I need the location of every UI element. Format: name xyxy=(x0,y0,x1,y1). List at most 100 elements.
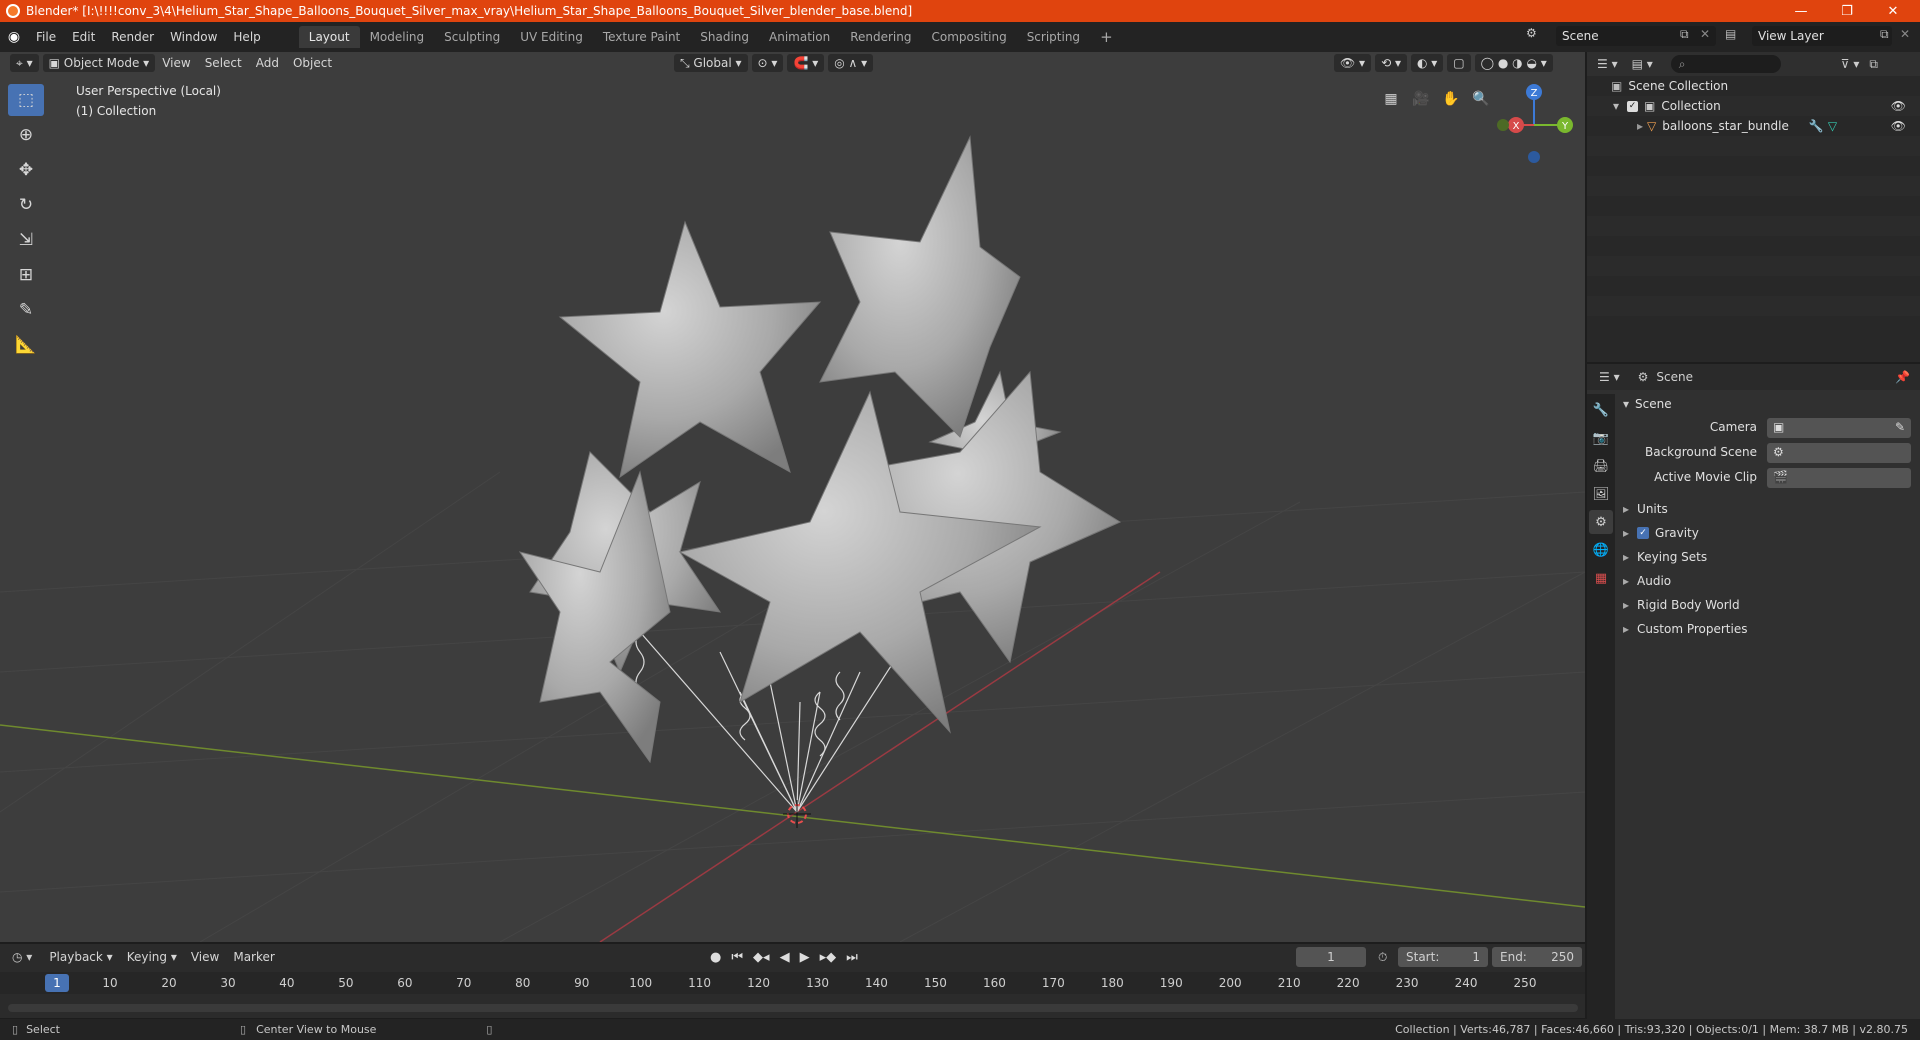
move-tool-icon[interactable]: ✥ xyxy=(8,154,44,186)
object-expand-icon[interactable]: ▸ xyxy=(1637,119,1643,133)
add-workspace-icon[interactable]: + xyxy=(1090,24,1123,50)
view-layer-field[interactable]: View Layer xyxy=(1752,26,1892,46)
new-collection-icon[interactable]: ⧉ xyxy=(1869,57,1878,72)
tab-compositing[interactable]: Compositing xyxy=(921,26,1016,48)
view-layer-tab-icon[interactable]: 🖼 xyxy=(1589,482,1613,506)
gravity-checkbox[interactable]: ✓ xyxy=(1637,527,1650,539)
rigid-body-world-panel[interactable]: ▸ Rigid Body World xyxy=(1623,595,1740,615)
properties-editor-icon[interactable]: ☰ ▾ xyxy=(1599,370,1620,384)
units-panel[interactable]: ▸ Units xyxy=(1623,499,1668,519)
editor-type-icon[interactable]: ⌖ ▾ xyxy=(10,54,39,72)
close-icon[interactable]: ✕ xyxy=(1870,0,1916,22)
cursor-tool-icon[interactable]: ⊕ xyxy=(8,119,44,151)
menu-help[interactable]: Help xyxy=(225,30,268,44)
view-layer-icon[interactable]: ▤ xyxy=(1725,27,1736,41)
scene-name-field[interactable]: Scene xyxy=(1556,26,1716,46)
tab-animation[interactable]: Animation xyxy=(759,26,840,48)
timeline-ruler[interactable]: 1 10 20 30 40 50 60 70 80 90 100 110 120 130 140 150 160… xyxy=(0,972,1585,994)
delete-scene-icon[interactable]: ✕ xyxy=(1700,27,1710,41)
pivot-point-icon[interactable]: ⊙ ▾ xyxy=(751,54,784,72)
collection-visibility-icon[interactable]: 👁 xyxy=(1891,99,1906,113)
rotate-tool-icon[interactable]: ↻ xyxy=(8,189,44,221)
tab-layout[interactable]: Layout xyxy=(298,26,360,48)
world-tab-icon[interactable]: 🌐 xyxy=(1589,538,1613,562)
menu-window[interactable]: Window xyxy=(162,30,225,44)
collection-expand-icon[interactable]: ▾ xyxy=(1613,99,1619,113)
viewport-menu-select[interactable]: Select xyxy=(198,56,249,70)
start-frame-field[interactable]: Start: 1 xyxy=(1398,947,1488,967)
mode-selector[interactable]: ▣ Object Mode ▾ xyxy=(42,54,156,72)
collection-checkbox[interactable]: ✓ xyxy=(1627,100,1639,112)
record-icon[interactable]: ● xyxy=(710,950,721,965)
visibility-icon[interactable]: 👁 ▾ xyxy=(1334,54,1372,72)
current-frame-field[interactable]: 1 xyxy=(1296,947,1366,967)
tab-rendering[interactable]: Rendering xyxy=(840,26,921,48)
camera-field[interactable]: ▣ ✎ xyxy=(1767,418,1911,438)
3d-cursor[interactable] xyxy=(783,800,811,828)
viewport-menu-add[interactable]: Add xyxy=(249,56,286,70)
pan-view-icon[interactable]: ✋ xyxy=(1438,86,1464,112)
new-view-layer-icon[interactable]: ⧉ xyxy=(1880,27,1889,42)
jump-keyframe-forward-icon[interactable]: ▸◆ xyxy=(820,950,837,965)
eyedropper-icon[interactable]: ✎ xyxy=(1895,420,1905,434)
measure-tool-icon[interactable]: 📐 xyxy=(8,329,44,361)
jump-end-icon[interactable]: ⏭ xyxy=(846,950,858,965)
play-icon[interactable]: ▶ xyxy=(800,950,810,965)
scale-tool-icon[interactable]: ⇲ xyxy=(8,224,44,256)
annotate-tool-icon[interactable]: ✎ xyxy=(8,294,44,326)
xray-toggle-icon[interactable]: ▢ xyxy=(1447,54,1471,72)
minimize-icon[interactable]: — xyxy=(1778,0,1824,22)
3d-viewport[interactable]: Z Y X ⌖ ▾ ▣ Object Mode ▾ View Select Ad… xyxy=(0,52,1585,942)
outliner-editor-icon[interactable]: ☰ ▾ xyxy=(1597,57,1618,71)
new-scene-icon[interactable]: ⧉ xyxy=(1680,27,1689,42)
tool-tab-icon[interactable]: 🔧 xyxy=(1589,398,1613,422)
tab-sculpting[interactable]: Sculpting xyxy=(434,26,510,48)
viewport-canvas[interactable]: Z Y X xyxy=(0,52,1585,942)
scene-panel-header[interactable]: ▾ Scene xyxy=(1623,394,1672,414)
scene-tab-icon[interactable]: ⚙ xyxy=(1589,510,1613,534)
tab-texture-paint[interactable]: Texture Paint xyxy=(593,26,690,48)
gravity-panel[interactable]: ▸ ✓ Gravity xyxy=(1623,523,1699,543)
timeline-menu-playback[interactable]: Playback ▾ xyxy=(42,950,119,964)
timeline-menu-marker[interactable]: Marker xyxy=(226,950,281,964)
display-mode-icon[interactable]: ▤ ▾ xyxy=(1632,57,1653,71)
delete-view-layer-icon[interactable]: ✕ xyxy=(1900,27,1910,41)
menu-file[interactable]: File xyxy=(28,30,64,44)
tab-modeling[interactable]: Modeling xyxy=(360,26,435,48)
filter-icon[interactable]: ⊽ ▾ xyxy=(1841,57,1860,71)
timeline-menu-keying[interactable]: Keying ▾ xyxy=(120,950,184,964)
custom-properties-panel[interactable]: ▸ Custom Properties xyxy=(1623,619,1747,639)
end-frame-field[interactable]: End: 250 xyxy=(1492,947,1582,967)
timeline-menu-view[interactable]: View xyxy=(184,950,226,964)
timeline-scrollbar[interactable] xyxy=(8,1004,1578,1012)
proportional-edit-icon[interactable]: ◎ ∧ ▾ xyxy=(828,54,874,72)
tab-shading[interactable]: Shading xyxy=(690,26,759,48)
outliner-row-scene-collection[interactable]: ▣ Scene Collection xyxy=(1587,76,1920,96)
snap-icon[interactable]: 🧲 ▾ xyxy=(787,54,825,72)
navigation-gizmo[interactable]: Z Y X xyxy=(1497,84,1573,163)
preview-range-icon[interactable]: ⏱ xyxy=(1378,950,1387,965)
restore-icon[interactable]: ❐ xyxy=(1824,0,1870,22)
camera-view-icon[interactable]: 🎥 xyxy=(1408,86,1434,112)
jump-start-icon[interactable]: ⏮ xyxy=(731,950,743,965)
active-movie-clip-field[interactable]: 🎬 xyxy=(1767,468,1911,488)
timeline-editor-icon[interactable]: ◷ ▾ xyxy=(12,950,32,964)
outliner-search-input[interactable]: ⌕ xyxy=(1670,55,1781,73)
play-reverse-icon[interactable]: ◀ xyxy=(780,950,790,965)
tab-scripting[interactable]: Scripting xyxy=(1017,26,1090,48)
texture-tab-icon[interactable]: ▦ xyxy=(1589,566,1613,590)
jump-keyframe-back-icon[interactable]: ◆◂ xyxy=(753,950,770,965)
tab-uv-editing[interactable]: UV Editing xyxy=(510,26,593,48)
viewport-menu-view[interactable]: View xyxy=(155,56,197,70)
grid-view-icon[interactable]: ▦ xyxy=(1378,86,1404,112)
menu-render[interactable]: Render xyxy=(103,30,162,44)
audio-panel[interactable]: ▸ Audio xyxy=(1623,571,1671,591)
outliner-row-collection[interactable]: ▾ ✓ ▣ Collection 👁 xyxy=(1587,96,1920,116)
menu-edit[interactable]: Edit xyxy=(64,30,103,44)
transform-tool-icon[interactable]: ⊞ xyxy=(8,259,44,291)
zoom-view-icon[interactable]: 🔍 xyxy=(1468,86,1494,112)
modifier-wrench-icon[interactable]: 🔧 xyxy=(1809,119,1824,133)
gizmo-toggle-icon[interactable]: ⟲ ▾ xyxy=(1375,54,1407,72)
viewport-menu-object[interactable]: Object xyxy=(286,56,339,70)
blender-menu-icon[interactable]: ◉ xyxy=(0,29,28,45)
